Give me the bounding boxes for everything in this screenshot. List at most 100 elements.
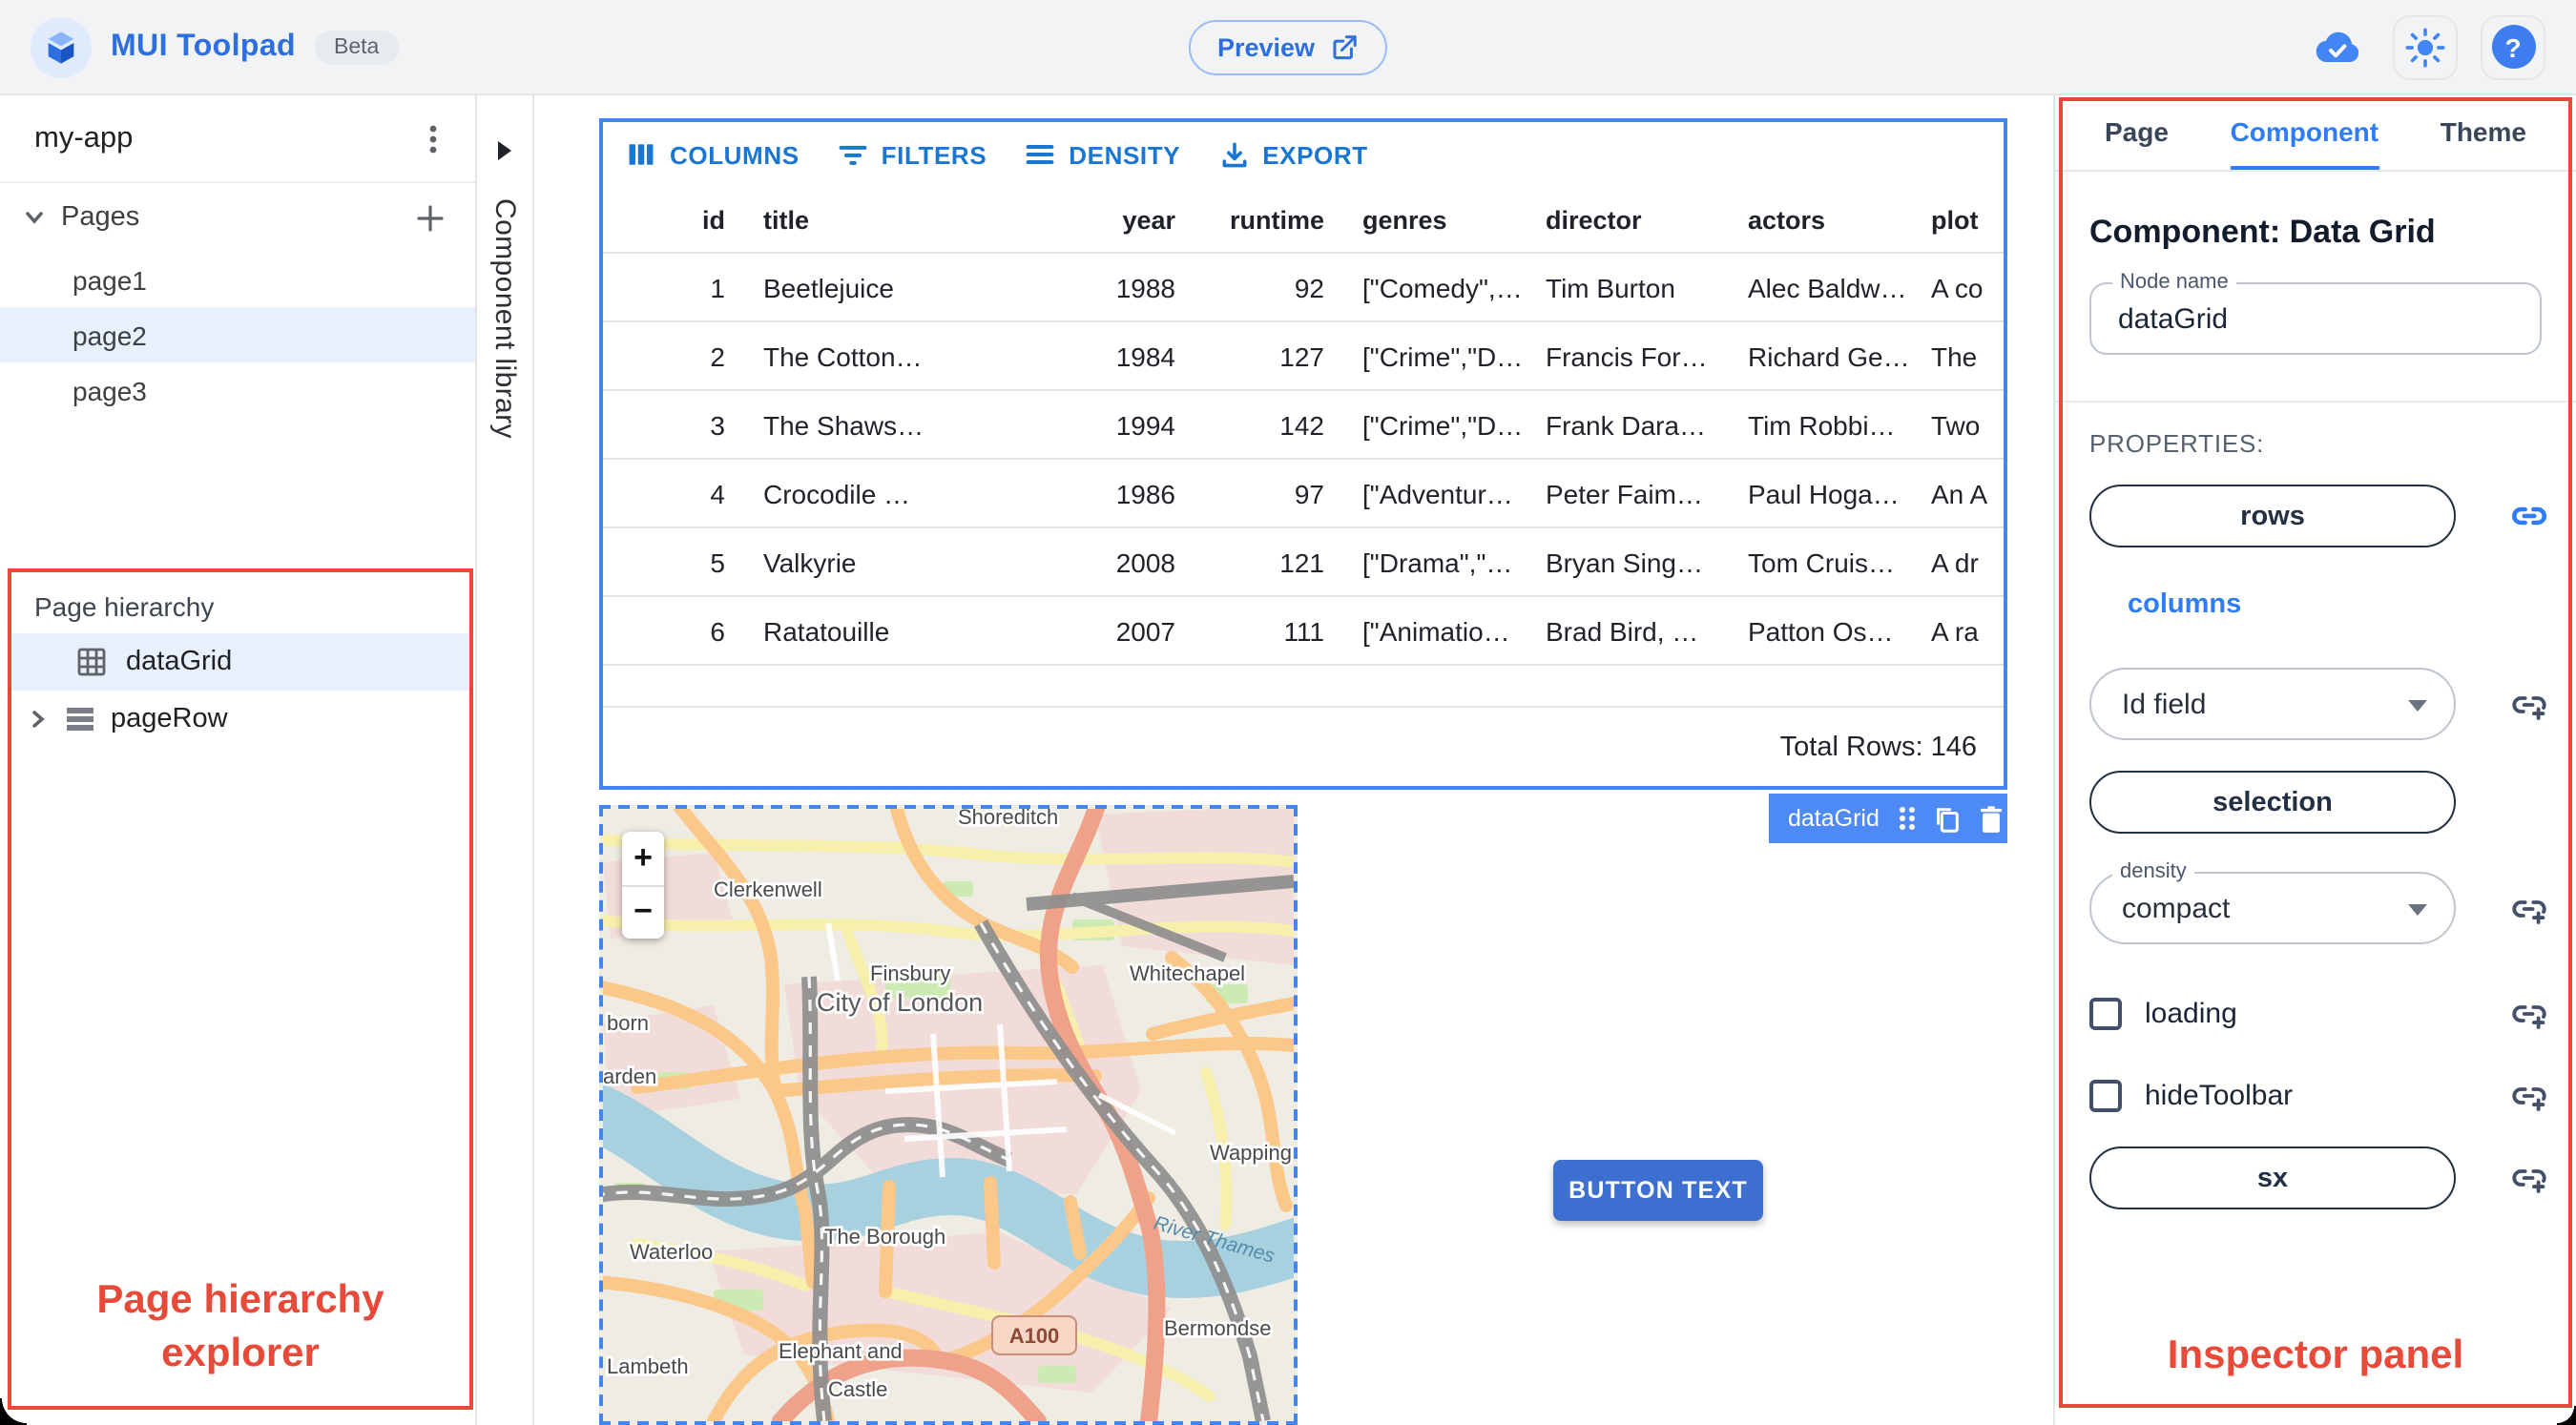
column-header[interactable]: genres xyxy=(1343,205,1527,234)
filters-button[interactable]: FILTERS xyxy=(838,139,987,170)
cell-year: 2007 xyxy=(1115,615,1175,646)
cell-genres: ["Comedy",… xyxy=(1362,272,1523,302)
column-header[interactable]: director xyxy=(1527,205,1729,234)
cell-id: 1 xyxy=(710,272,725,302)
column-header[interactable]: title xyxy=(744,205,1034,234)
loading-label: loading xyxy=(2145,998,2237,1030)
density-select[interactable]: density compact xyxy=(2089,860,2456,944)
cell-actors: Tim Robbi… xyxy=(1748,409,1896,440)
cell-genres: ["Crime","D… xyxy=(1362,341,1524,371)
density-button[interactable]: DENSITY xyxy=(1025,139,1180,170)
sx-property-button[interactable]: sx xyxy=(2089,1146,2456,1209)
caret-down-icon xyxy=(2408,700,2427,712)
add-binding-icon[interactable] xyxy=(2509,994,2549,1034)
hierarchy-item-pagerow[interactable]: pageRow xyxy=(11,691,469,748)
add-binding-icon[interactable] xyxy=(2509,1076,2549,1116)
pages-section-header[interactable]: Pages xyxy=(0,183,475,252)
sidebar-item-page2[interactable]: page2 xyxy=(0,307,475,362)
columns-button-label: COLUMNS xyxy=(670,140,800,169)
column-header[interactable]: year xyxy=(1034,205,1195,234)
map-label: City of London xyxy=(817,988,983,1017)
density-icon xyxy=(1025,139,1055,170)
tab-component[interactable]: Component xyxy=(2230,95,2379,170)
table-row[interactable]: 3 The Shaws… 1994 142 ["Crime","D… Frank… xyxy=(603,389,2004,458)
hierarchy-item-datagrid[interactable]: dataGrid xyxy=(11,633,469,691)
project-row: my-app xyxy=(0,95,475,183)
tab-theme[interactable]: Theme xyxy=(2441,95,2526,170)
cell-plot: A ra xyxy=(1931,615,1979,646)
rows-icon xyxy=(65,706,95,733)
chevron-right-icon[interactable] xyxy=(27,708,50,731)
add-binding-icon[interactable] xyxy=(2509,684,2549,724)
project-name: my-app xyxy=(34,121,134,154)
page-item-label: page1 xyxy=(73,264,147,295)
cell-actors: Alec Baldw… xyxy=(1748,272,1907,302)
map-label: Wapping xyxy=(1210,1141,1292,1165)
cell-director: Tim Burton xyxy=(1546,272,1675,302)
datagrid-empty-area xyxy=(603,664,2004,706)
help-icon[interactable]: ? xyxy=(2481,14,2545,79)
cell-id: 2 xyxy=(710,341,725,371)
prop-sx: sx xyxy=(2089,1146,2549,1209)
column-header[interactable]: actors xyxy=(1729,205,1912,234)
theme-brightness-icon[interactable] xyxy=(2393,14,2458,79)
road-badge-label: A100 xyxy=(1009,1324,1060,1348)
cell-runtime: 127 xyxy=(1279,341,1324,371)
column-header[interactable]: runtime xyxy=(1195,205,1343,234)
map-label: Waterloo xyxy=(630,1240,713,1264)
sidebar: my-app Pages page1 page2 page3 Page hier… xyxy=(0,95,477,1425)
header-actions: ? xyxy=(2305,14,2545,79)
hidetoolbar-checkbox[interactable] xyxy=(2089,1080,2122,1112)
cell-year: 1988 xyxy=(1115,272,1175,302)
table-row[interactable]: 6 Ratatouille 2007 111 ["Animatio… Brad … xyxy=(603,595,2004,664)
map-label: Whitechapel xyxy=(1130,961,1245,985)
prop-hidetoolbar: hideToolbar xyxy=(2089,1076,2549,1116)
id-field-select[interactable]: Id field xyxy=(2089,668,2456,740)
binding-link-icon[interactable] xyxy=(2509,496,2549,536)
app-header: MUI Toolpad Beta Preview ? xyxy=(0,0,2576,95)
table-row[interactable]: 1 Beetlejuice 1988 92 ["Comedy",… Tim Bu… xyxy=(603,252,2004,320)
export-button[interactable]: EXPORT xyxy=(1218,139,1368,170)
zoom-out-button[interactable]: − xyxy=(622,886,664,939)
delete-icon[interactable] xyxy=(1979,804,2004,833)
app-title: MUI Toolpad xyxy=(111,30,296,62)
component-library-drawer[interactable]: Component library xyxy=(477,95,534,1425)
properties-label: PROPERTIES: xyxy=(2089,429,2265,458)
tab-page[interactable]: Page xyxy=(2105,95,2169,170)
kebab-menu-icon[interactable] xyxy=(418,121,448,155)
add-page-icon[interactable] xyxy=(416,203,445,232)
external-link-icon xyxy=(1330,32,1359,61)
add-binding-icon[interactable] xyxy=(2509,888,2549,928)
zoom-in-button[interactable]: + xyxy=(622,832,664,886)
expand-drawer-icon[interactable] xyxy=(498,141,511,160)
loading-checkbox[interactable] xyxy=(2089,998,2122,1030)
cell-title: Crocodile … xyxy=(763,478,911,508)
map-label: Shoreditch xyxy=(958,809,1058,829)
canvas-button-component[interactable]: BUTTON TEXT xyxy=(1553,1160,1763,1221)
table-row[interactable]: 2 The Cotton… 1984 127 ["Crime","D… Fran… xyxy=(603,320,2004,389)
filter-icon xyxy=(838,139,868,170)
cell-runtime: 121 xyxy=(1279,547,1324,577)
selection-property-button[interactable]: selection xyxy=(2089,771,2456,834)
column-header[interactable]: plot xyxy=(1912,205,2004,234)
cell-runtime: 92 xyxy=(1294,272,1324,302)
table-row[interactable]: 4 Crocodile … 1986 97 ["Adventur… Peter … xyxy=(603,458,2004,527)
columns-button[interactable]: COLUMNS xyxy=(626,139,800,170)
datagrid-component[interactable]: COLUMNS FILTERS DENSITY EXPORT id title … xyxy=(599,118,2007,790)
add-binding-icon[interactable] xyxy=(2509,1158,2549,1198)
column-header[interactable]: id xyxy=(603,205,744,234)
drag-handle-icon[interactable] xyxy=(1897,805,1916,832)
preview-button[interactable]: Preview xyxy=(1188,19,1388,74)
columns-property-link[interactable]: columns xyxy=(2128,589,2241,620)
hierarchy-item-label: dataGrid xyxy=(126,647,233,677)
cell-id: 4 xyxy=(710,478,725,508)
rows-property-button[interactable]: rows xyxy=(2089,485,2456,547)
sidebar-item-page1[interactable]: page1 xyxy=(0,252,475,307)
duplicate-icon[interactable] xyxy=(1933,804,1962,833)
sidebar-item-page3[interactable]: page3 xyxy=(0,362,475,418)
cloud-sync-icon[interactable] xyxy=(2305,14,2370,79)
download-icon xyxy=(1218,139,1249,170)
map-component[interactable]: A100 Shoreditch Clerkenwell Finsbury bor… xyxy=(599,805,1298,1425)
node-name-field[interactable]: Node name dataGrid xyxy=(2089,271,2542,355)
table-row[interactable]: 5 Valkyrie 2008 121 ["Drama","… Bryan Si… xyxy=(603,527,2004,595)
